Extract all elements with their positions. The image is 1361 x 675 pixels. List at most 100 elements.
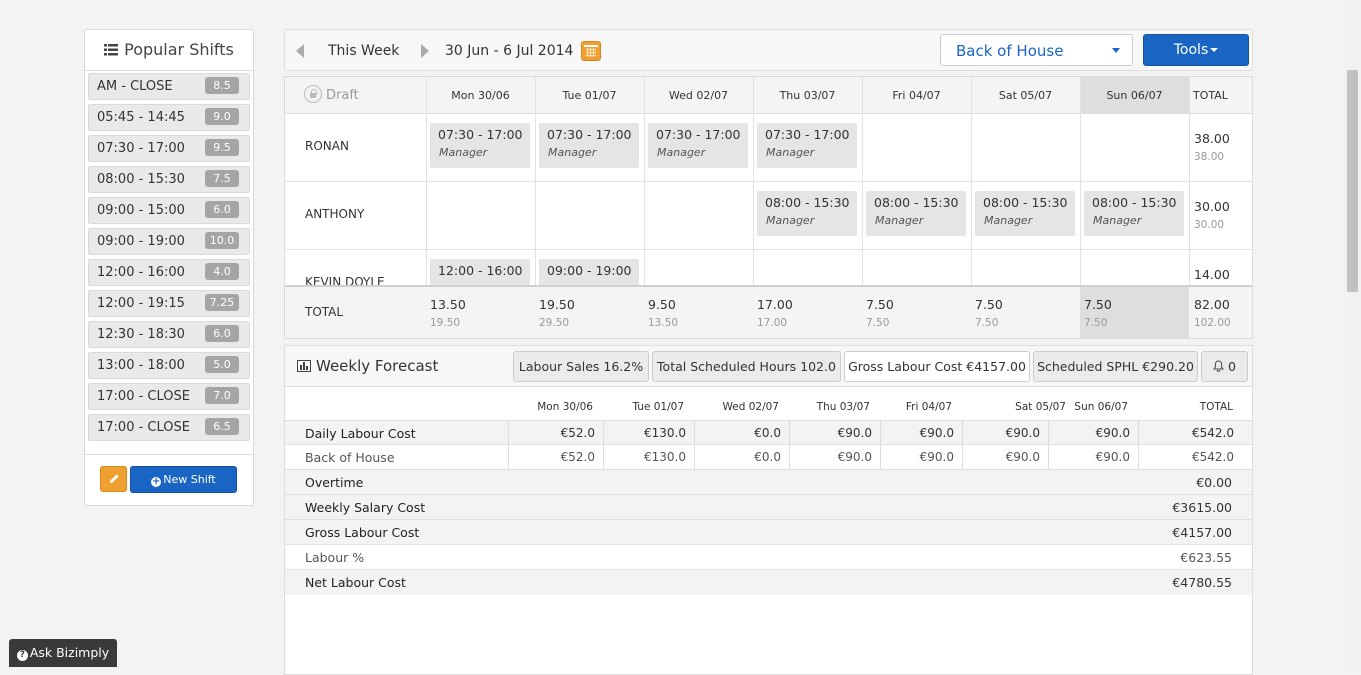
tools-dropdown-button[interactable]: Tools bbox=[1143, 34, 1249, 66]
popular-shifts-title: Popular Shifts bbox=[124, 40, 234, 59]
forecast-column-header: Sun 06/07 bbox=[1074, 401, 1128, 413]
scheduled-hours-tab[interactable]: Total Scheduled Hours 102.0 bbox=[652, 351, 841, 382]
shift-template-item[interactable]: AM - CLOSE 8.5 bbox=[88, 73, 250, 100]
day-total-hours: 9.50 bbox=[648, 297, 676, 312]
shift-role: Manager bbox=[548, 146, 597, 159]
shift-role: Manager bbox=[766, 214, 815, 227]
shift-hours-badge: 4.0 bbox=[205, 263, 239, 280]
employee-name[interactable]: ANTHONY bbox=[305, 207, 364, 221]
shift-block[interactable]: 07:30 - 17:00 Manager bbox=[757, 123, 857, 168]
forecast-cell: €90.0 bbox=[880, 445, 962, 470]
scheduled-sphl-tab[interactable]: Scheduled SPHL €290.20 bbox=[1033, 351, 1198, 382]
employee-total-sub: 38.00 bbox=[1194, 151, 1225, 163]
shift-template-item[interactable]: 13:00 - 18:00 5.0 bbox=[88, 352, 250, 379]
shift-time: 07:30 - 17:00 bbox=[765, 127, 850, 142]
forecast-column-header: Thu 03/07 bbox=[816, 401, 870, 413]
new-shift-button[interactable]: + New Shift bbox=[130, 466, 237, 493]
day-header: Fri 04/07 bbox=[892, 89, 941, 102]
forecast-cell: €90.0 bbox=[789, 445, 880, 470]
this-week-button[interactable]: This Week bbox=[328, 43, 399, 59]
edit-shifts-button[interactable] bbox=[100, 466, 127, 492]
shift-role: Manager bbox=[439, 146, 488, 159]
row-value: €0.00 bbox=[1196, 475, 1232, 490]
day-header: Mon 30/06 bbox=[451, 89, 510, 102]
department-select[interactable]: Back of House bbox=[940, 34, 1133, 66]
employee-name[interactable]: RONAN bbox=[305, 139, 349, 153]
shift-template-item[interactable]: 12:30 - 18:30 6.0 bbox=[88, 321, 250, 348]
next-week-icon[interactable] bbox=[421, 44, 429, 58]
week-total-hours: 82.00 bbox=[1194, 297, 1230, 312]
shift-hours-badge: 5.0 bbox=[205, 356, 239, 373]
draft-status[interactable]: Draft bbox=[304, 85, 359, 103]
gross-labour-cost-tab[interactable]: Gross Labour Cost €4157.00 bbox=[844, 351, 1030, 382]
shift-template-item[interactable]: 07:30 - 17:00 9.5 bbox=[88, 135, 250, 162]
shift-template-item[interactable]: 17:00 - CLOSE 7.0 bbox=[88, 383, 250, 410]
shift-template-item[interactable]: 08:00 - 15:30 7.5 bbox=[88, 166, 250, 193]
alerts-button[interactable]: 0 bbox=[1201, 351, 1248, 382]
shift-template-label: 05:45 - 14:45 bbox=[97, 110, 185, 125]
shift-template-item[interactable]: 17:00 - CLOSE 6.5 bbox=[88, 414, 250, 441]
forecast-title: Weekly Forecast bbox=[297, 357, 438, 375]
ask-bizimply-label: Ask Bizimply bbox=[29, 645, 110, 660]
shift-block[interactable]: 08:00 - 15:30 Manager bbox=[1084, 191, 1184, 236]
shift-block[interactable]: 12:00 - 16:00 bbox=[430, 259, 530, 285]
caret-down-icon bbox=[1210, 48, 1219, 52]
shift-hours-badge: 10.0 bbox=[205, 232, 239, 249]
shift-role: Manager bbox=[875, 214, 924, 227]
shift-template-item[interactable]: 09:00 - 19:00 10.0 bbox=[88, 228, 250, 255]
employee-row: RONAN 07:30 - 17:00 Manager 07:30 - 17:00… bbox=[285, 114, 1252, 182]
gross-labour-cost-row: Gross Labour Cost €4157.00 bbox=[285, 520, 1252, 545]
shift-block[interactable]: 08:00 - 15:30 Manager bbox=[757, 191, 857, 236]
schedule-header-row: Draft Mon 30/06 Tue 01/07 Wed 02/07 Thu … bbox=[285, 77, 1252, 114]
forecast-cell: €52.0 bbox=[508, 421, 603, 446]
forecast-cell: €130.0 bbox=[603, 445, 694, 470]
forecast-cell: €130.0 bbox=[603, 421, 694, 446]
shift-template-item[interactable]: 09:00 - 15:00 6.0 bbox=[88, 197, 250, 224]
schedule-toolbar: This Week 30 Jun - 6 Jul 2014 Back of Ho… bbox=[284, 29, 1253, 71]
schedule-total-row: TOTAL 13.50 19.50 19.50 29.50 9.50 13.50… bbox=[285, 285, 1252, 338]
calendar-icon[interactable] bbox=[581, 41, 601, 61]
bell-icon bbox=[1213, 360, 1224, 372]
weekly-salary-cost-row: Weekly Salary Cost €3615.00 bbox=[285, 495, 1252, 520]
ask-bizimply-button[interactable]: ? Ask Bizimply bbox=[9, 639, 117, 667]
day-header: Sat 05/07 bbox=[998, 89, 1053, 102]
forecast-column-header: Fri 04/07 bbox=[905, 401, 952, 413]
shift-template-item[interactable]: 12:00 - 19:15 7.25 bbox=[88, 290, 250, 317]
shift-template-item[interactable]: 12:00 - 16:00 4.0 bbox=[88, 259, 250, 286]
shift-block[interactable]: 07:30 - 17:00 Manager bbox=[648, 123, 748, 168]
page-scrollbar[interactable] bbox=[1344, 0, 1361, 665]
row-label: Net Labour Cost bbox=[305, 575, 406, 590]
shift-block[interactable]: 08:00 - 15:30 Manager bbox=[975, 191, 1075, 236]
question-icon: ? bbox=[16, 650, 28, 661]
shift-time: 07:30 - 17:00 bbox=[656, 127, 741, 142]
shift-block[interactable]: 09:00 - 19:00 bbox=[539, 259, 639, 285]
employee-total-hours: 14.00 bbox=[1194, 267, 1230, 282]
shift-time: 07:30 - 17:00 bbox=[547, 127, 632, 142]
plus-circle-icon: + bbox=[151, 476, 162, 487]
shift-hours-badge: 9.5 bbox=[205, 139, 239, 156]
labour-percent-row: Labour % €623.55 bbox=[285, 545, 1252, 570]
row-label: Back of House bbox=[305, 450, 395, 465]
day-total-sub: 7.50 bbox=[1084, 317, 1108, 329]
forecast-cell-total: €542.0 bbox=[1138, 421, 1253, 446]
previous-week-icon[interactable] bbox=[296, 44, 304, 58]
day-total-hours: 17.00 bbox=[757, 297, 793, 312]
shift-time: 12:00 - 16:00 bbox=[438, 263, 523, 278]
shift-template-label: 08:00 - 15:30 bbox=[97, 172, 185, 187]
scrollbar-thumb[interactable] bbox=[1347, 70, 1358, 292]
shift-actions: + New Shift bbox=[85, 454, 253, 506]
shift-block[interactable]: 07:30 - 17:00 Manager bbox=[539, 123, 639, 168]
shift-time: 08:00 - 15:30 bbox=[874, 195, 959, 210]
employee-name[interactable]: KEVIN DOYLE bbox=[305, 275, 385, 285]
shift-block[interactable]: 08:00 - 15:30 Manager bbox=[866, 191, 966, 236]
shift-block[interactable]: 07:30 - 17:00 Manager bbox=[430, 123, 530, 168]
shift-time: 08:00 - 15:30 bbox=[765, 195, 850, 210]
day-total-hours: 7.50 bbox=[866, 297, 894, 312]
overtime-row: Overtime €0.00 bbox=[285, 470, 1252, 495]
total-header: TOTAL bbox=[1193, 89, 1228, 102]
forecast-column-header: Mon 30/06 bbox=[537, 401, 593, 413]
shift-template-label: 13:00 - 18:00 bbox=[97, 358, 185, 373]
labour-sales-tab[interactable]: Labour Sales 16.2% bbox=[513, 351, 649, 382]
shift-template-item[interactable]: 05:45 - 14:45 9.0 bbox=[88, 104, 250, 131]
department-cost-row: Back of House €52.0 €130.0 €0.0 €90.0 €9… bbox=[285, 445, 1252, 470]
